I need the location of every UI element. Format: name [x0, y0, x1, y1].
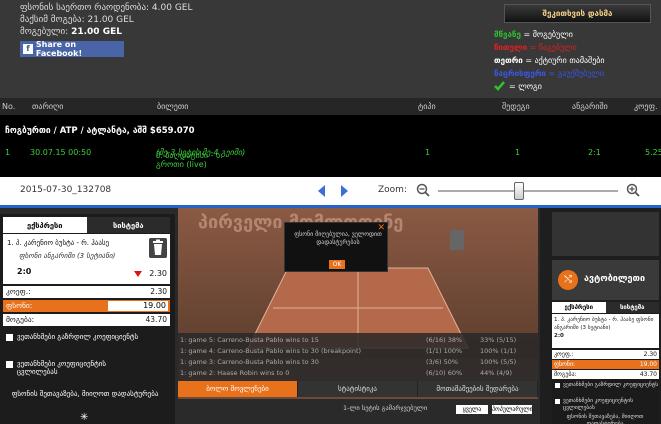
tab-player-compare[interactable]: მოთამაშეების შედარება: [418, 381, 538, 397]
tab-statistics[interactable]: სტატისტიკა: [298, 381, 418, 397]
share-facebook-button[interactable]: f Share on Facebook!: [20, 40, 124, 58]
coef-row: კოეფ.: 2.30: [3, 286, 170, 298]
legend-active: თეთრი = აქტიური თამაშები: [494, 56, 605, 65]
list-item: 1: game 2: Haase Robin wins to 0 (6/10) 6…: [180, 369, 513, 377]
filter-popular-button[interactable]: პოპულარული: [492, 405, 533, 414]
point-by-point-list: 1: game 5: Carreno-Busta Pablo wins to 1…: [178, 333, 538, 381]
total-stakes: ფსონის საერთო რაოდენობა: 4.00 GEL: [20, 3, 193, 13]
market-title: 1-ლი სეტის გამარჯვებული: [343, 404, 428, 412]
ok-button[interactable]: OK: [329, 260, 345, 269]
event-odd: 2.30: [149, 269, 167, 278]
trash-icon[interactable]: [149, 238, 167, 258]
bet-summary-panel: ფსონის საერთო რაოდენობა: 4.00 GEL მაქსიმ…: [0, 0, 661, 98]
shuffle-icon: ⤭: [558, 270, 578, 290]
mini-accept-higher-odds-checkbox[interactable]: ვეთანხმები გაზრდილ კოეფიციენტს: [555, 382, 659, 389]
zoom-slider-thumb[interactable]: [514, 182, 524, 200]
accept-odds-change-checkbox[interactable]: ვეთანხმები კოეფიციენტის ცვლილებას: [6, 360, 147, 376]
legend-won: მწვანე = მოგებული: [494, 30, 573, 39]
col-score: ანგარიში: [572, 102, 608, 111]
filter-all-button[interactable]: ყველა: [456, 405, 488, 414]
list-item: 1: game 3: Carreno-Busta Pablo wins to 3…: [180, 358, 517, 366]
ask-question-button[interactable]: შეკითხვის დასმა: [504, 4, 651, 23]
timeline-toolbar: 2015-07-30_132708 Zoom:: [0, 177, 661, 205]
event-name: 1. პ. კარენიო ბუსტა - რ. ჰაასე: [7, 239, 110, 247]
stake-input[interactable]: 19.00: [108, 301, 168, 311]
stake-row: ფსონი: 19.00: [3, 300, 170, 312]
slip-status-note: ფსონის შეთავაზება, მიიღოთ დადასტურება: [11, 390, 159, 398]
accept-higher-odds-checkbox[interactable]: ვეთანხმები გაზრდილ კოეფიციენტს: [6, 333, 147, 341]
col-type: ტიპი: [418, 102, 436, 111]
slip-tabs: ექსპრესი სისტემა: [3, 217, 170, 233]
cell-date: 30.07.15 00:50: [30, 148, 92, 157]
previous-arrow-icon[interactable]: [318, 185, 325, 197]
share-facebook-label: Share on Facebook!: [35, 40, 83, 58]
col-coef: კოეფ.: [634, 102, 658, 111]
tab-last-events[interactable]: ბოლო მოვლენები: [178, 381, 298, 397]
zoom-out-icon[interactable]: [416, 183, 430, 197]
captured-screen: ექსპრესი სისტემა 1. პ. კარენიო ბუსტა - რ…: [0, 205, 661, 424]
legend-lost: წითელი = წაგებული: [494, 43, 577, 52]
match-visualization: პირველი მომლოდინე ✕ ფსონი მიღებულია, ველ…: [178, 208, 538, 424]
col-result: შედეგი: [502, 102, 530, 111]
right-column: ⤭ ავტობილეთი ექსპრესი სისტემა 1. პ. კარე…: [540, 208, 661, 424]
won-value: 21.00 GEL: [71, 27, 122, 37]
bet-slip: ექსპრესი სისტემა 1. პ. კარენიო ბუსტა - რ…: [0, 214, 175, 424]
mini-win-row: მოგება: 43.70: [552, 370, 659, 379]
table-row[interactable]: 1 30.07.15 00:50 მ. ბაღდატისი - ს. გროთი…: [0, 145, 661, 169]
mini-event: 1. პ. კარენიო ბუსტა - რ. ჰაასე ფსონი ანგ…: [552, 314, 659, 348]
autoticket-banner[interactable]: ⤭ ავტობილეთი: [552, 260, 659, 300]
zoom-slider-track[interactable]: [438, 190, 618, 192]
match-tabs: ბოლო მოვლენები სტატისტიკა მოთამაშეების შ…: [178, 381, 538, 397]
mini-stake-row: ფსონი: 19.00: [552, 360, 659, 369]
table-header: No. თარიღი ბილეთი ტიპი შედეგი ანგარიში კ…: [0, 98, 661, 115]
zoom-label: Zoom:: [378, 185, 407, 195]
zoom-in-icon[interactable]: [626, 183, 640, 197]
mini-tab-express[interactable]: ექსპრესი: [552, 302, 606, 313]
max-win: მაქსიმ მოგება: 21.00 GEL: [20, 15, 134, 25]
event-market: ფსონი ანგარიში (3 სეტიანი): [19, 252, 116, 260]
mini-accept-odds-change-checkbox[interactable]: ვეთანხმები კოეფიციენტის ცვლილებას: [555, 398, 659, 412]
mini-bet-slip: ექსპრესი სისტემა 1. პ. კარენიო ბუსტა - რ…: [552, 302, 659, 424]
facebook-icon: f: [23, 44, 33, 54]
group-title: ჩოგბურთი / ATP / ატლანტა, აშშ $659.070: [5, 126, 195, 136]
mini-slip-tabs: ექსპრესი სისტემა: [552, 302, 659, 313]
autoticket-label: ავტობილეთი: [584, 274, 646, 284]
cell-ticket: მ. ბაღდატისი - ს. გროთი (live) (მე-3 სეტ…: [156, 148, 246, 169]
won-label: მოგებული:: [20, 27, 69, 37]
loading-spinner-icon: ✳: [80, 412, 89, 423]
tab-system[interactable]: სისტემა: [86, 217, 170, 233]
win-row: მოგება: 43.70: [3, 314, 170, 326]
right-header: [552, 212, 659, 256]
cell-type: 1: [425, 148, 431, 157]
odds-down-icon: [134, 271, 142, 277]
cell-result: 1: [515, 148, 521, 157]
checkmark-icon: [494, 81, 505, 91]
slip-event: 1. პ. კარენიო ბუსტა - რ. ჰაასე ფსონი ანგ…: [3, 234, 170, 284]
mini-tab-system[interactable]: სისტემა: [605, 302, 659, 313]
won-amount: მოგებული: 21.00 GEL: [20, 27, 122, 37]
event-score: 2:0: [17, 267, 32, 276]
timeline-id: 2015-07-30_132708: [20, 185, 112, 195]
tab-express[interactable]: ექსპრესი: [3, 217, 87, 233]
col-no: No.: [2, 102, 16, 111]
col-date: თარიღი: [32, 102, 64, 111]
mini-status-note: ფსონის შეთავაზება, მიიღოთ დადასტურება: [566, 414, 644, 424]
list-item: 1: game 5: Carreno-Busta Pablo wins to 1…: [180, 336, 517, 344]
cell-score: 2:1: [588, 148, 601, 157]
legend-cancelled: ნაცრისფერი = გაუქმებული: [494, 69, 604, 78]
list-item: 1: game 4: Carreno-Busta Pablo wins to 3…: [180, 347, 517, 355]
legend-log: = ლოგი: [494, 81, 542, 91]
dialog-message: ფსონი მიღებულია, ველოდით დადასტურებას: [294, 231, 382, 246]
bet-confirm-dialog: ✕ ფსონი მიღებულია, ველოდით დადასტურებას …: [284, 222, 388, 272]
cell-no: 1: [5, 148, 11, 157]
cell-coef: 5.25: [645, 148, 661, 157]
next-arrow-icon[interactable]: [341, 185, 348, 197]
mini-coef-row: კოეფ.: 2.30: [552, 350, 659, 359]
col-ticket: ბილეთი: [157, 102, 189, 111]
market-bar: 1-ლი სეტის გამარჯვებული ყველა პოპულარული: [178, 399, 538, 424]
